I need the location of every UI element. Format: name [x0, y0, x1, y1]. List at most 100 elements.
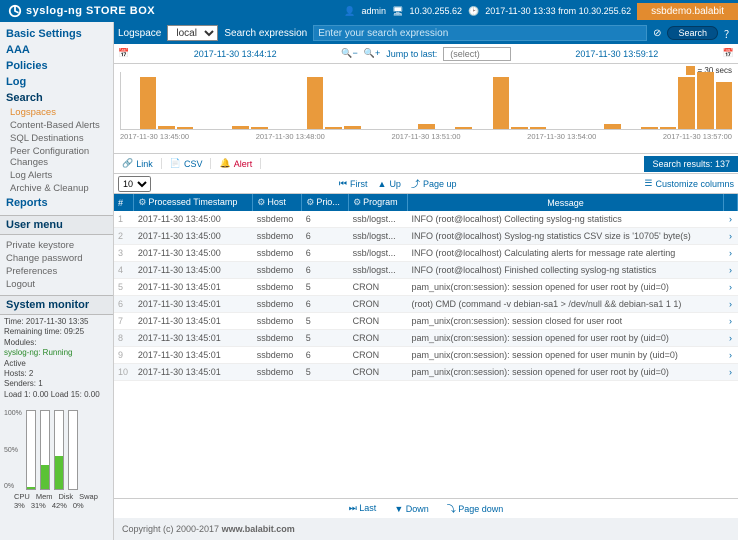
brand-icon: [8, 4, 22, 18]
histogram-bar[interactable]: [530, 127, 547, 129]
col-num[interactable]: #: [114, 194, 134, 211]
table-row[interactable]: 62017-11-30 13:45:01ssbdemo6CRON(root) C…: [114, 296, 738, 313]
histogram-bar[interactable]: [641, 127, 658, 129]
col-msg[interactable]: Message: [408, 194, 724, 211]
zoom-out-icon[interactable]: 🔍−: [341, 48, 357, 59]
pageup-button[interactable]: ⤴ Page up: [411, 177, 457, 190]
zoom-in-icon[interactable]: 🔍+: [364, 48, 380, 59]
histogram-bar[interactable]: [660, 127, 677, 129]
nav-sub-logalerts[interactable]: Log Alerts: [0, 169, 113, 182]
xl-2: 2017-11-30 13:51:00: [391, 132, 460, 141]
demo-badge[interactable]: ssbdemo.balabit: [637, 3, 738, 20]
col-ts[interactable]: ⚙Processed Timestamp: [134, 194, 253, 211]
sysmon-load: Load 1: 0.00 Load 15: 0.00: [4, 390, 109, 400]
histogram-bar[interactable]: [678, 77, 695, 129]
histogram-bar[interactable]: [158, 126, 175, 129]
histogram-bar[interactable]: [251, 127, 268, 129]
down-button[interactable]: ▼ Down: [394, 504, 428, 514]
table-row[interactable]: 102017-11-30 13:45:01ssbdemo5CRONpam_uni…: [114, 364, 738, 381]
search-button[interactable]: Search: [667, 26, 718, 40]
scale-100: 100%: [4, 410, 22, 417]
calendar-end-icon[interactable]: 📅: [723, 48, 734, 59]
histogram-bar[interactable]: [344, 126, 361, 129]
brand-sub: STORE BOX: [86, 5, 155, 17]
disk-bar: [54, 410, 64, 490]
clear-icon[interactable]: ⊘: [653, 28, 661, 39]
val-mem: 31%: [31, 501, 46, 510]
link-link[interactable]: 🔗 Link: [114, 158, 162, 169]
search-input[interactable]: [313, 25, 647, 41]
table-row[interactable]: 22017-11-30 13:45:00ssbdemo6ssb/logst...…: [114, 228, 738, 245]
logspace-select[interactable]: local: [167, 25, 218, 41]
nav-reports[interactable]: Reports: [0, 195, 113, 211]
um-keystore[interactable]: Private keystore: [0, 239, 113, 252]
pager-top: 10 ⏮ First ▲ Up ⤴ Page up ☰ Customize co…: [114, 174, 738, 194]
histogram-chart: = 30 secs 30 2017-11-30 13:45:00 2017-11…: [114, 64, 738, 154]
table-row[interactable]: 72017-11-30 13:45:01ssbdemo5CRONpam_unix…: [114, 313, 738, 330]
pager-bottom: ⏭ Last ▼ Down ⤵ Page down: [114, 498, 738, 518]
up-button[interactable]: ▲ Up: [378, 179, 401, 189]
um-prefs[interactable]: Preferences: [0, 265, 113, 278]
scale-50: 50%: [4, 447, 22, 454]
um-logout[interactable]: Logout: [0, 278, 113, 291]
table-row[interactable]: 92017-11-30 13:45:01ssbdemo6CRONpam_unix…: [114, 347, 738, 364]
sysmon-time: Time: 2017-11-30 13:35: [4, 317, 109, 327]
host-label: 10.30.255.62: [409, 6, 462, 16]
end-time[interactable]: 2017-11-30 13:59:12: [517, 49, 717, 59]
nav-sub-content-alerts[interactable]: Content-Based Alerts: [0, 119, 113, 132]
customize-columns[interactable]: ☰ Customize columns: [644, 178, 734, 189]
histogram-bar[interactable]: [604, 124, 621, 129]
user-icon: 👤: [344, 6, 355, 17]
sysmon-title: System monitor: [0, 295, 113, 315]
col-host[interactable]: ⚙Host: [253, 194, 302, 211]
user-label[interactable]: admin: [361, 6, 386, 16]
histogram-bar[interactable]: [418, 124, 435, 129]
jump-select[interactable]: (select): [443, 47, 511, 61]
histogram-bar[interactable]: [325, 127, 342, 129]
nav-log[interactable]: Log: [0, 74, 113, 90]
histogram-bar[interactable]: [511, 127, 528, 129]
table-row[interactable]: 32017-11-30 13:45:00ssbdemo6ssb/logst...…: [114, 245, 738, 262]
nav-sub-sql[interactable]: SQL Destinations: [0, 132, 113, 145]
histogram-bar[interactable]: [716, 82, 733, 130]
col-prog[interactable]: ⚙Program: [349, 194, 408, 211]
table-row[interactable]: 42017-11-30 13:45:00ssbdemo6ssb/logst...…: [114, 262, 738, 279]
scale-0: 0%: [4, 483, 22, 490]
table-row[interactable]: 82017-11-30 13:45:01ssbdemo5CRONpam_unix…: [114, 330, 738, 347]
nav-aaa[interactable]: AAA: [0, 42, 113, 58]
table-row[interactable]: 12017-11-30 13:45:00ssbdemo6ssb/logst...…: [114, 211, 738, 228]
histogram-bar[interactable]: [307, 77, 324, 129]
nav-policies[interactable]: Policies: [0, 58, 113, 74]
expr-label: Search expression: [224, 28, 307, 39]
swap-bar: [68, 410, 78, 490]
nav-sub-logspaces[interactable]: Logspaces: [0, 106, 113, 119]
histogram-bar[interactable]: [455, 127, 472, 129]
help-icon[interactable]: ？: [724, 26, 734, 41]
val-disk: 42%: [52, 501, 67, 510]
nav-basic[interactable]: Basic Settings: [0, 26, 113, 42]
last-button[interactable]: ⏭ Last: [349, 503, 377, 514]
pagesize-select[interactable]: 10: [118, 176, 151, 192]
link-csv[interactable]: 📄 CSV: [162, 158, 212, 169]
histogram-bar[interactable]: [177, 127, 194, 129]
col-prio[interactable]: ⚙Prio...: [302, 194, 349, 211]
nav-sub-peer[interactable]: Peer Configuration Changes: [0, 145, 113, 169]
histogram-bar[interactable]: [232, 126, 249, 129]
pagedown-button[interactable]: ⤵ Page down: [447, 502, 504, 515]
histogram-bar[interactable]: [140, 77, 157, 129]
start-time[interactable]: 2017-11-30 13:44:12: [135, 49, 335, 59]
nav-sub-archive[interactable]: Archive & Cleanup: [0, 182, 113, 195]
xl-1: 2017-11-30 13:48:00: [256, 132, 325, 141]
histogram-bar[interactable]: [493, 77, 510, 129]
links-bar: 🔗 Link 📄 CSV 🔔 Alert Search results: 137: [114, 154, 738, 174]
nav-search[interactable]: Search: [0, 90, 113, 106]
histogram-bar[interactable]: [697, 72, 714, 129]
logspace-label: Logspace: [118, 28, 161, 39]
table-row[interactable]: 52017-11-30 13:45:01ssbdemo5CRONpam_unix…: [114, 279, 738, 296]
link-alert[interactable]: 🔔 Alert: [211, 158, 261, 169]
um-password[interactable]: Change password: [0, 252, 113, 265]
footer-site[interactable]: www.balabit.com: [222, 524, 295, 534]
calendar-start-icon[interactable]: 📅: [118, 48, 129, 59]
sysmon-mod1: syslog-ng: Running: [4, 348, 109, 358]
first-button[interactable]: ⏮ First: [339, 178, 368, 189]
